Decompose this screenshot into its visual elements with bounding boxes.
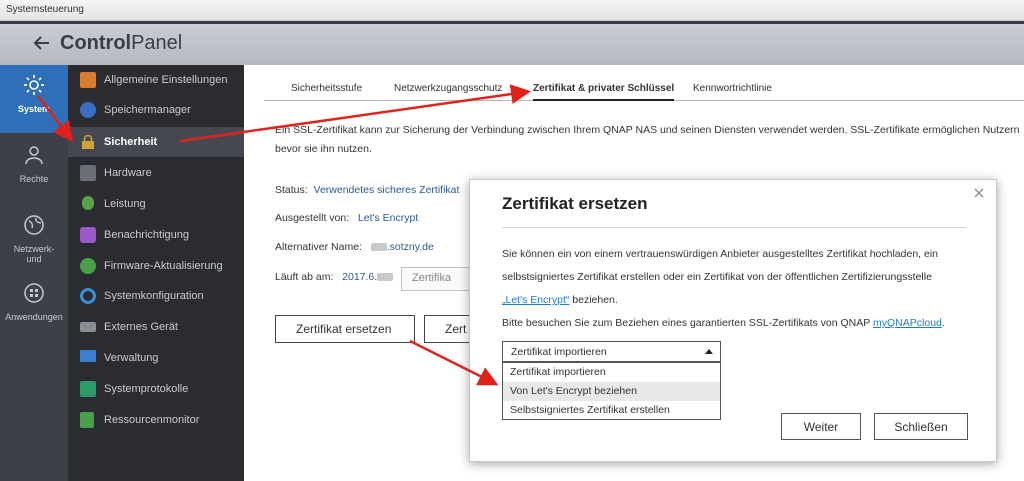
menu-item-firmware[interactable]: Firmware-Aktualisierung: [68, 251, 244, 281]
globe-icon: [24, 215, 44, 235]
menu-item-general[interactable]: Allgemeine Einstellungen: [68, 65, 244, 95]
redacted-text: [370, 243, 387, 252]
category-apps[interactable]: Anwendungen: [0, 273, 68, 341]
chat-icon: [80, 227, 96, 243]
lets-encrypt-link[interactable]: „Let's Encrypt“: [502, 294, 569, 306]
menu-item-external-device[interactable]: Externes Gerät: [68, 312, 244, 342]
menu-item-hardware[interactable]: Hardware: [68, 158, 244, 188]
power-icon: [82, 196, 94, 210]
next-button[interactable]: Weiter: [781, 413, 861, 440]
option-import[interactable]: Zertifikat importieren: [503, 363, 720, 382]
redacted-text: [377, 273, 394, 282]
certificate-method-select[interactable]: Zertifikat importieren: [502, 341, 721, 362]
apps-icon: [24, 283, 44, 303]
replace-certificate-button[interactable]: Zertifikat ersetzen: [275, 315, 415, 343]
certificate-description: Ein SSL-Zertifikat kann zur Sicherung de…: [275, 124, 1020, 155]
menu-item-performance[interactable]: Leistung: [68, 189, 244, 219]
expiry-row: Läuft ab am: 2017.6.: [275, 271, 394, 283]
tab-security-level[interactable]: Sicherheitsstufe: [291, 83, 362, 94]
tab-network-access[interactable]: Netzwerkzugangsschutz: [394, 83, 502, 94]
system-title: Systemsteuerung: [6, 4, 84, 15]
tab-password-policy[interactable]: Kennwortrichtlinie: [693, 83, 772, 94]
close-icon[interactable]: [972, 186, 986, 200]
dialog-divider: [502, 227, 966, 228]
system-title-bar: Systemsteuerung: [0, 0, 1024, 21]
hardware-icon: [80, 165, 96, 181]
dialog-description: Sie können ein von einem vertrauenswürdi…: [502, 248, 939, 306]
option-self-signed[interactable]: Selbstsigniertes Zertifikat erstellen: [503, 401, 720, 420]
category-rights-label: Rechte: [19, 174, 49, 184]
storage-icon: [80, 102, 96, 118]
menu-item-security[interactable]: Sicherheit: [68, 127, 244, 157]
menu-item-notification[interactable]: Benachrichtigung: [68, 220, 244, 250]
category-system-label: System: [17, 104, 51, 114]
page-title: ControlPanel: [60, 32, 183, 54]
dialog-hint: Bitte besuchen Sie zum Beziehen eines ga…: [502, 317, 945, 329]
menu-item-syslogs[interactable]: Systemprotokolle: [68, 374, 244, 404]
chevron-up-icon: [705, 349, 713, 354]
user-icon: [25, 146, 43, 165]
menu-item-management[interactable]: Verwaltung: [68, 343, 244, 373]
category-network[interactable]: Netzwerk-und: [0, 205, 68, 273]
category-sidebar: System Rechte Netzwerk-und Anwendungen: [0, 65, 68, 481]
certificate-method-options: Zertifikat importieren Von Let's Encrypt…: [502, 362, 721, 420]
category-apps-label: Anwendungen: [5, 312, 63, 322]
menu-item-sysconfig[interactable]: Systemkonfiguration: [68, 281, 244, 311]
tab-certificate[interactable]: Zertifikat & privater Schlüssel: [533, 83, 675, 101]
close-button[interactable]: Schließen: [874, 413, 968, 440]
monitor-icon: [80, 350, 96, 362]
gear-icon: [24, 75, 44, 95]
issuer-row: Ausgestellt von: Let's Encrypt: [275, 212, 419, 224]
app-header: ControlPanel: [0, 21, 1024, 65]
category-rights[interactable]: Rechte: [0, 135, 68, 203]
category-network-label: Netzwerk-und: [13, 244, 55, 264]
certificate-partial-button[interactable]: Zertifika: [401, 267, 471, 291]
replace-certificate-dialog: Zertifikat ersetzen Sie können ein von e…: [469, 179, 997, 462]
option-lets-encrypt[interactable]: Von Let's Encrypt beziehen: [503, 382, 720, 401]
dialog-title: Zertifikat ersetzen: [502, 194, 648, 213]
config-icon: [80, 288, 96, 304]
second-certificate-button[interactable]: Zert: [424, 315, 470, 343]
status-row: Status: Verwendetes sicheres Zertifikat: [275, 184, 460, 196]
settings-menu: Allgemeine Einstellungen Speichermanager…: [68, 65, 244, 481]
menu-item-resource-monitor[interactable]: Ressourcenmonitor: [68, 405, 244, 435]
external-device-icon: [80, 322, 96, 332]
lock-icon: [82, 134, 94, 149]
tab-bar: Sicherheitsstufe Netzwerkzugangsschutz Z…: [264, 79, 1024, 101]
altname-row: Alternativer Name: .sotzny.de: [275, 241, 434, 253]
log-icon: [80, 381, 96, 397]
back-arrow-icon[interactable]: [32, 33, 52, 53]
category-system[interactable]: System: [0, 65, 68, 133]
menu-item-storage[interactable]: Speichermanager: [68, 95, 244, 125]
myqnapcloud-link[interactable]: myQNAPcloud: [873, 317, 942, 329]
firmware-icon: [80, 258, 96, 274]
settings-doc-icon: [80, 72, 96, 88]
resource-monitor-icon: [80, 412, 94, 428]
